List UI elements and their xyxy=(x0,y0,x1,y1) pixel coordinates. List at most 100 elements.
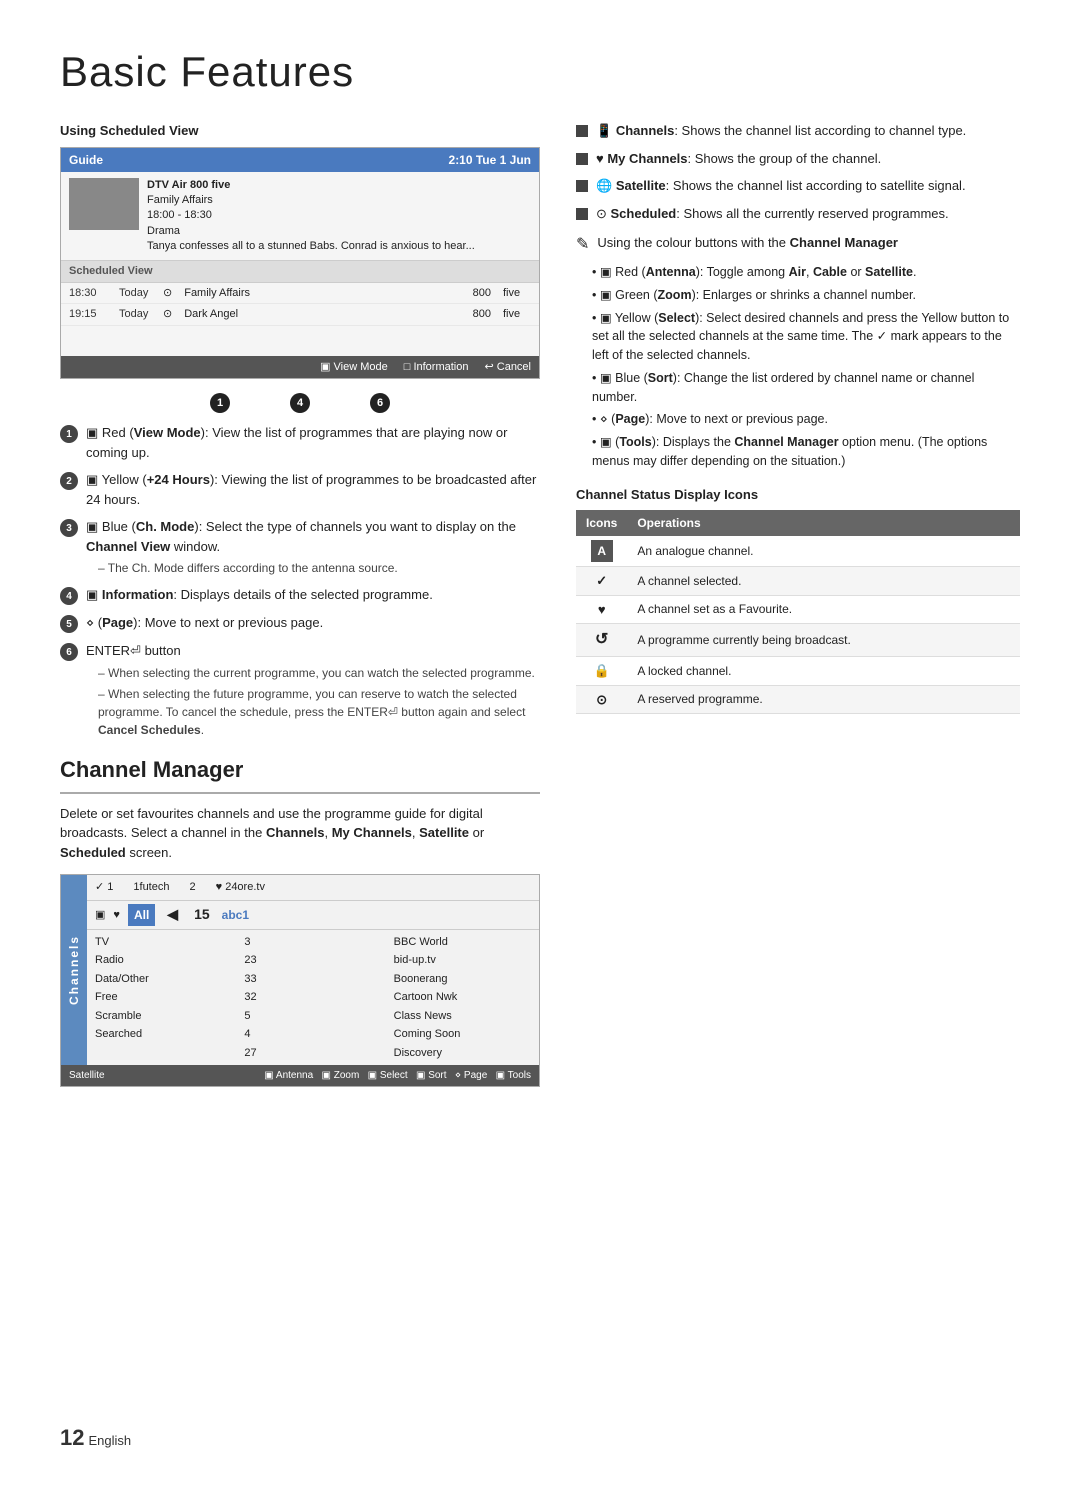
guide-genre: Drama xyxy=(147,224,475,239)
status-col-icons: Icons xyxy=(576,510,627,536)
page-footer: 12English xyxy=(60,1421,131,1454)
status-op-selected: A channel selected. xyxy=(627,567,1020,596)
right-column: 📱 Channels: Shows the channel list accor… xyxy=(576,121,1020,1091)
status-col-operations: Operations xyxy=(627,510,1020,536)
cm-col-nums: 3 23 33 32 5 4 27 xyxy=(240,930,385,1066)
cm-item-tv: TV xyxy=(95,933,232,952)
cm-item-radio: Radio xyxy=(95,951,232,970)
list-item-6-content: ENTER⏎ button When selecting the current… xyxy=(86,641,540,739)
cm-footer-controls: ▣ Antenna ▣ Zoom ▣ Select ▣ Sort ⋄ Page … xyxy=(264,1068,531,1083)
guide-title: Guide xyxy=(69,151,103,169)
list-item-4: 4 ▣ Information: Displays details of the… xyxy=(60,585,540,605)
cm-boonerang: Boonerang xyxy=(394,970,531,989)
bullet-sq-scheduled xyxy=(576,208,588,220)
cm-check1: ✓ 1 xyxy=(95,879,113,896)
guide-scheduled-label: Scheduled View xyxy=(61,261,539,283)
guide-box: Guide 2:10 Tue 1 Jun DTV Air 800 five Fa… xyxy=(60,147,540,380)
guide-row1-day: Today xyxy=(119,285,151,302)
guide-row2-ch: 800 xyxy=(461,306,491,323)
guide-row2-time: 19:15 xyxy=(69,306,107,323)
sub-bullet-sort: ▣ Blue (Sort): Change the list ordered b… xyxy=(592,369,1020,407)
status-op-broadcast: A programme currently being broadcast. xyxy=(627,624,1020,657)
bullet-sq-channels xyxy=(576,125,588,137)
cm-main: ✓ 1 1futech 2 ♥ 24ore.tv ▣ ♥ All ◀ 15 ab… xyxy=(87,875,539,1065)
status-row-selected: ✓ A channel selected. xyxy=(576,567,1020,596)
list-item-1-content: ▣ Red (View Mode): View the list of prog… xyxy=(86,423,540,462)
list-item-2: 2 ▣ Yellow (+24 Hours): Viewing the list… xyxy=(60,470,540,509)
cm-list: TV Radio Data/Other Free Scramble Search… xyxy=(87,930,539,1066)
bullet-sq-satellite xyxy=(576,180,588,192)
cm-icon-1: ▣ xyxy=(95,907,105,924)
status-icon-reserved: ⊙ xyxy=(576,685,627,714)
list-item-6: 6 ENTER⏎ button When selecting the curre… xyxy=(60,641,540,739)
cm-item-data: Data/Other xyxy=(95,970,232,989)
cm-classnews: Class News xyxy=(394,1007,531,1026)
guide-circles: 1 4 6 xyxy=(60,393,540,413)
cm-col-right: BBC World bid-up.tv Boonerang Cartoon Nw… xyxy=(386,930,539,1066)
status-row-analogue: A An analogue channel. xyxy=(576,536,1020,567)
num-circle-1: 1 xyxy=(60,425,78,443)
sub-bullet-page: ⋄ (Page): Move to next or previous page. xyxy=(592,410,1020,429)
guide-content: DTV Air 800 five Family Affairs 18:00 - … xyxy=(61,172,539,262)
guide-time-date: 2:10 Tue 1 Jun xyxy=(449,151,531,169)
channel-manager-description: Delete or set favourites channels and us… xyxy=(60,804,540,863)
cm-footer: Satellite ▣ Antenna ▣ Zoom ▣ Select ▣ So… xyxy=(61,1065,539,1086)
bullet-mychannels: ♥ My Channels: Shows the group of the ch… xyxy=(576,149,1020,169)
guide-row-1: 18:30 Today ⊙ Family Affairs 800 five xyxy=(61,283,539,305)
memo-text: Using the colour buttons with the Channe… xyxy=(597,233,898,257)
guide-footer-info: □ Information xyxy=(404,359,469,376)
bullet-scheduled-content: ⊙ Scheduled: Shows all the currently res… xyxy=(596,204,1020,224)
guide-row2-icon: ⊙ xyxy=(163,306,172,323)
list-item-5-content: ⋄ (Page): Move to next or previous page. xyxy=(86,613,540,633)
sub-bullet-zoom: ▣ Green (Zoom): Enlarges or shrinks a ch… xyxy=(592,286,1020,305)
guide-program-name: DTV Air 800 five xyxy=(147,178,475,193)
icon-box-a: A xyxy=(591,540,613,562)
cm-comingsoon: Coming Soon xyxy=(394,1025,531,1044)
channel-status-heading: Channel Status Display Icons xyxy=(576,485,1020,505)
bullet-channels: 📱 Channels: Shows the channel list accor… xyxy=(576,121,1020,141)
guide-footer: ▣ View Mode □ Information ↩ Cancel xyxy=(61,356,539,379)
cm-cartoon: Cartoon Nwk xyxy=(394,988,531,1007)
channel-manager-heading: Channel Manager xyxy=(60,753,540,794)
list-item-2-content: ▣ Yellow (+24 Hours): Viewing the list o… xyxy=(86,470,540,509)
memo-line: ✎ Using the colour buttons with the Chan… xyxy=(576,233,1020,257)
status-table-header-row: Icons Operations xyxy=(576,510,1020,536)
channel-manager-ui: Channels ✓ 1 1futech 2 ♥ 24ore.tv ▣ ♥ Al… xyxy=(60,874,540,1087)
num-circle-5: 5 xyxy=(60,615,78,633)
cm-sidebar-label: Channels xyxy=(61,875,87,1065)
guide-row-2: 19:15 Today ⊙ Dark Angel 800 five xyxy=(61,304,539,326)
guide-row1-ch: 800 xyxy=(461,285,491,302)
bullet-satellite: 🌐 Satellite: Shows the channel list acco… xyxy=(576,176,1020,196)
cm-col-left: TV Radio Data/Other Free Scramble Search… xyxy=(87,930,240,1066)
cm-arrow: ◀ xyxy=(167,904,178,925)
sub-bullet-select: ▣ Yellow (Select): Select desired channe… xyxy=(592,309,1020,365)
bullet-mychannels-content: ♥ My Channels: Shows the group of the ch… xyxy=(596,149,1020,169)
circle-6: 6 xyxy=(370,393,390,413)
cm-bidup: bid-up.tv xyxy=(394,951,531,970)
status-icon-heart: ♥ xyxy=(576,595,627,624)
cm-abc1: abc1 xyxy=(222,906,249,924)
cm-icon-2: ♥ xyxy=(113,907,120,924)
list-item-3: 3 ▣ Blue (Ch. Mode): Select the type of … xyxy=(60,517,540,577)
status-op-analogue: An analogue channel. xyxy=(627,536,1020,567)
sub-bullet-tools: ▣ (Tools): Displays the Channel Manager … xyxy=(592,433,1020,471)
guide-row2-program: Dark Angel xyxy=(184,306,449,323)
page-language: English xyxy=(88,1433,131,1448)
guide-thumbnail xyxy=(69,178,139,230)
cm-bbc: BBC World xyxy=(394,933,531,952)
bullet-channels-content: 📱 Channels: Shows the channel list accor… xyxy=(596,121,1020,141)
right-bullet-list: 📱 Channels: Shows the channel list accor… xyxy=(576,121,1020,223)
guide-footer-viewmode: ▣ View Mode xyxy=(320,359,388,376)
guide-row1-icon: ⊙ xyxy=(163,285,172,302)
scheduled-view-heading: Using Scheduled View xyxy=(60,121,540,141)
list-item-4-content: ▣ Information: Displays details of the s… xyxy=(86,585,540,605)
scheduled-view-list: 1 ▣ Red (View Mode): View the list of pr… xyxy=(60,423,540,739)
num-circle-3: 3 xyxy=(60,519,78,537)
status-icon-broadcast: ↺ xyxy=(576,624,627,657)
status-icon-check: ✓ xyxy=(576,567,627,596)
cm-num-15: 15 xyxy=(194,904,210,925)
cm-1futech: 1futech xyxy=(133,879,169,896)
num-circle-6: 6 xyxy=(60,643,78,661)
cm-top-row: ✓ 1 1futech 2 ♥ 24ore.tv xyxy=(87,875,539,901)
cm-item-searched: Searched xyxy=(95,1025,232,1044)
